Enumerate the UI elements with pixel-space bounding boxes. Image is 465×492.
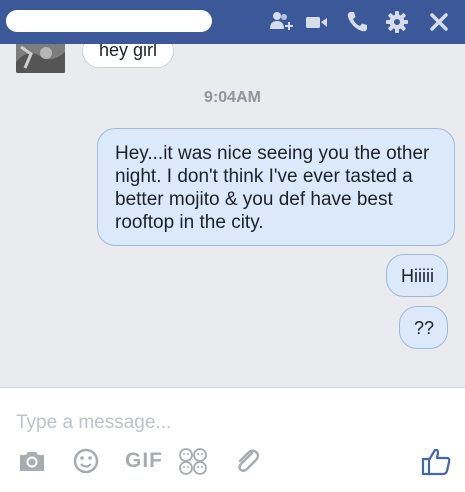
avatar[interactable] bbox=[16, 44, 65, 73]
camera-icon[interactable] bbox=[17, 446, 47, 476]
chat-header bbox=[0, 0, 465, 44]
contact-name-redacted[interactable] bbox=[6, 10, 212, 32]
video-camera-icon[interactable] bbox=[303, 9, 329, 35]
phone-icon[interactable] bbox=[344, 9, 370, 35]
outgoing-message[interactable]: Hiiiii bbox=[386, 254, 448, 297]
attachment-icon[interactable] bbox=[232, 446, 262, 476]
message-composer: Type a message... GIF bbox=[0, 387, 465, 492]
gif-button[interactable]: GIF bbox=[125, 449, 163, 473]
outgoing-message[interactable]: Hey...it was nice seeing you the other n… bbox=[97, 128, 455, 246]
like-icon[interactable] bbox=[420, 446, 452, 476]
gear-icon[interactable] bbox=[384, 9, 410, 35]
message-timestamp: 9:04AM bbox=[204, 89, 261, 106]
stickers-icon[interactable] bbox=[178, 446, 208, 476]
message-input[interactable]: Type a message... bbox=[16, 410, 416, 436]
close-icon[interactable] bbox=[426, 9, 452, 35]
outgoing-message[interactable]: ?? bbox=[398, 306, 448, 349]
incoming-message[interactable]: hey girl bbox=[82, 44, 175, 68]
emoji-icon[interactable] bbox=[73, 446, 99, 476]
add-person-icon[interactable] bbox=[268, 9, 294, 35]
message-thread[interactable]: hey girl 9:04AM Hey...it was nice seeing… bbox=[0, 44, 465, 387]
